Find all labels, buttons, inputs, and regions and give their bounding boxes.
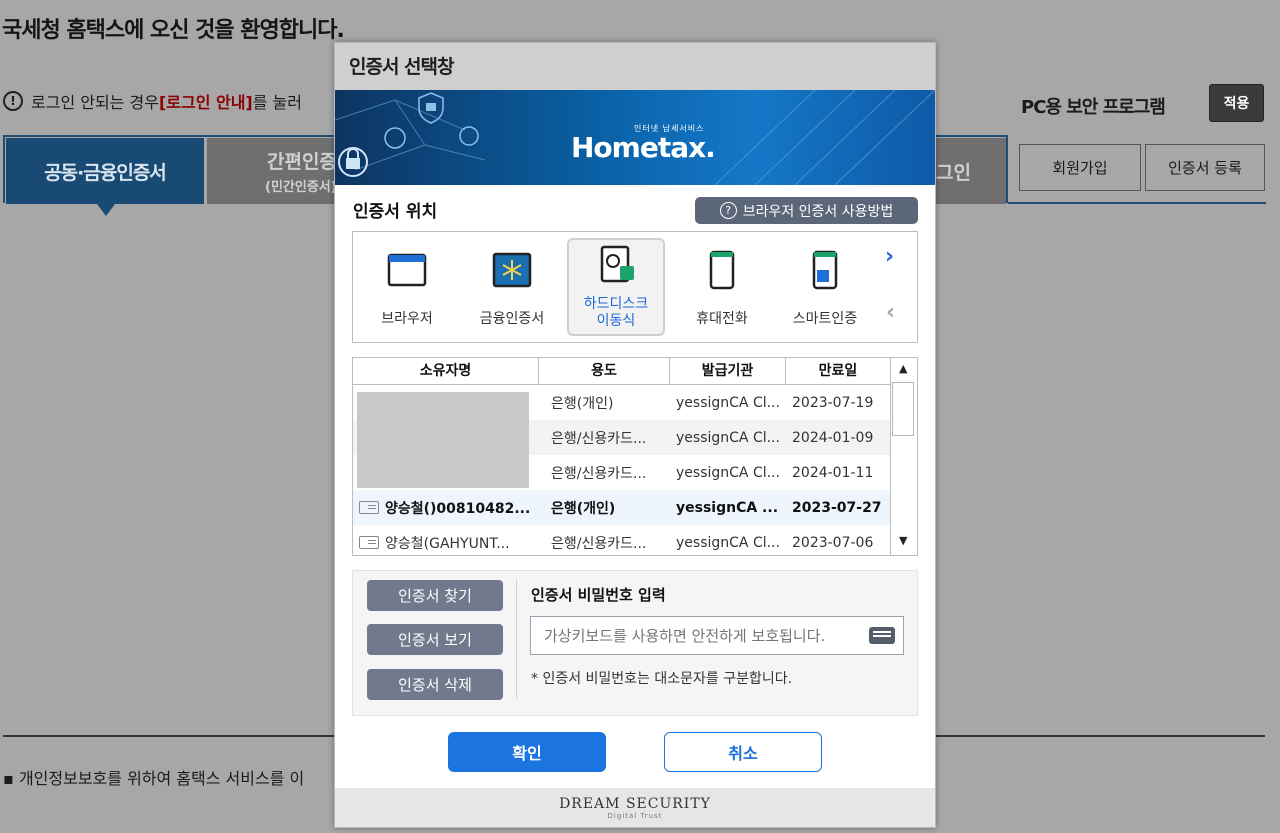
- privacy-notice: ▪ 개인정보보호를 위하여 홈택스 서비스를 이: [3, 769, 305, 788]
- scroll-down-icon[interactable]: ▼: [899, 534, 907, 547]
- panel-divider: [516, 579, 517, 699]
- view-cert-button[interactable]: 인증서 보기: [367, 624, 503, 655]
- owner-name: 양승철(GAHYUNT...: [385, 535, 510, 552]
- welcome-title: 국세청 홈택스에 오신 것을 환영합니다.: [2, 18, 345, 43]
- col-issuer[interactable]: 발급기관: [670, 358, 786, 384]
- expiry-cell: 2024-01-11: [792, 464, 874, 481]
- expiry-cell: 2024-01-09: [792, 429, 874, 446]
- tab-simple-auth[interactable]: 간편인증 (민간인증서): [207, 138, 347, 204]
- cert-location-selector: 브라우저 금융인증서 하드디스크 이동식 휴대전화 스마트인증 › ‹: [352, 231, 918, 343]
- guide-button-label: 브라우저 인증서 사용방법: [742, 203, 894, 220]
- harddisk-label-line2: 이동식: [596, 313, 636, 329]
- location-financial-cert-label: 금융인증서: [479, 311, 545, 327]
- expiry-cell: 2023-07-06: [792, 534, 874, 551]
- hometax-banner: 인터넷 납세서비스 Hometax.: [335, 90, 935, 185]
- delete-cert-button[interactable]: 인증서 삭제: [367, 669, 503, 700]
- location-mobile-phone-label: 휴대전화: [696, 311, 748, 327]
- tab-login-other-label: 그인: [936, 161, 971, 184]
- scroll-thumb[interactable]: [892, 382, 914, 436]
- notice-prefix: 로그인 안되는 경우: [31, 93, 159, 112]
- login-notice: ! 로그인 안되는 경우 [로그인 안내] 를 눌러: [3, 89, 302, 113]
- usage-cell: 은행/신용카드...: [551, 465, 647, 482]
- usage-cell: 은행/신용카드...: [551, 535, 647, 552]
- dialog-footer: DREAM SECURITY Digital Trust: [335, 788, 935, 827]
- join-button[interactable]: 회원가입: [1019, 144, 1141, 191]
- owner-cell: 양승철()00810482...: [353, 498, 539, 518]
- table-row[interactable]: 양승철(GAHYUNT... 은행/신용카드... yessignCA Cl..…: [353, 525, 890, 555]
- privacy-text: 개인정보보호를 위하여 홈택스 서비스를 이: [18, 769, 305, 788]
- issuer-cell: yessignCA Cl...: [676, 464, 780, 481]
- virtual-keyboard-icon[interactable]: [869, 627, 895, 644]
- hometax-logo: Hometax.: [571, 131, 716, 164]
- location-financial-cert[interactable]: 금융인증서: [463, 238, 561, 336]
- exclamation-icon: !: [3, 91, 23, 111]
- dialog-title: 인증서 선택창: [335, 43, 935, 90]
- cert-icon: [359, 501, 379, 514]
- issuer-cell: yessignCA Cl...: [676, 534, 780, 551]
- owner-cell: 양승철(GAHYUNT...: [353, 533, 539, 553]
- password-panel: 인증서 찾기 인증서 보기 인증서 삭제 인증서 비밀번호 입력 * 인증서 비…: [352, 570, 918, 716]
- cancel-button[interactable]: 취소: [664, 732, 822, 772]
- cert-table-header: 소유자명 용도 발급기관 만료일: [353, 358, 890, 385]
- table-scrollbar[interactable]: ▲ ▼: [890, 358, 917, 555]
- usage-cell: 은행(개인): [551, 395, 614, 412]
- col-expiry[interactable]: 만료일: [786, 358, 890, 384]
- login-guide-link[interactable]: [로그인 안내]: [159, 89, 253, 113]
- usage-cell: 은행/신용카드...: [551, 430, 647, 447]
- password-label: 인증서 비밀번호 입력: [531, 586, 666, 604]
- tab-simple-auth-sub: (민간인증서): [265, 180, 337, 195]
- issuer-cell: yessignCA Cl...: [676, 429, 780, 446]
- mobile-phone-icon: [709, 250, 735, 290]
- cert-register-button[interactable]: 인증서 등록: [1145, 144, 1265, 191]
- harddisk-icon: [600, 245, 634, 283]
- location-harddisk-label: 하드디스크 이동식: [569, 296, 663, 330]
- smart-cert-icon: [812, 250, 838, 290]
- cert-table: 소유자명 용도 발급기관 만료일 은행(개인) yessignCA Cl... …: [352, 357, 918, 556]
- confirm-button[interactable]: 확인: [448, 732, 606, 772]
- location-smart-cert[interactable]: 스마트인증: [776, 238, 874, 336]
- location-browser-label: 브라우저: [381, 311, 433, 327]
- issuer-cell: yessignCA ...: [676, 499, 779, 516]
- redacted-owner-area: [357, 392, 529, 488]
- expiry-cell: 2023-07-27: [792, 499, 882, 516]
- notice-suffix: 를 눌러: [252, 93, 302, 112]
- tab-underline: [1008, 202, 1266, 204]
- location-harddisk[interactable]: 하드디스크 이동식: [567, 238, 665, 336]
- table-row-selected[interactable]: 양승철()00810482... 은행(개인) yessignCA ... 20…: [353, 490, 890, 525]
- apply-button[interactable]: 적용: [1209, 84, 1264, 122]
- chevron-right-icon[interactable]: ›: [885, 244, 894, 269]
- location-mobile-phone[interactable]: 휴대전화: [673, 238, 771, 336]
- browser-icon: [387, 253, 427, 287]
- usage-cell: 은행(개인): [551, 500, 616, 517]
- cert-icon: [359, 536, 379, 549]
- tab-joint-financial-cert[interactable]: 공동·금융인증서: [6, 138, 204, 204]
- cert-select-dialog: 인증서 선택창 인터넷 납세서비스 Hometax. 인증서 위치 ? 브라우저…: [334, 42, 936, 828]
- cert-location-label: 인증서 위치: [353, 202, 438, 222]
- chevron-left-icon[interactable]: ‹: [886, 300, 895, 325]
- location-browser[interactable]: 브라우저: [358, 238, 456, 336]
- password-input[interactable]: [530, 616, 904, 655]
- financial-cert-icon: [492, 252, 532, 288]
- active-tab-arrow: [97, 204, 115, 216]
- col-usage[interactable]: 용도: [539, 358, 670, 384]
- col-owner[interactable]: 소유자명: [353, 358, 539, 384]
- question-icon: ?: [719, 202, 737, 219]
- tab-simple-auth-label: 간편인증: [267, 151, 337, 173]
- issuer-cell: yessignCA Cl...: [676, 394, 780, 411]
- scroll-up-icon[interactable]: ▲: [899, 362, 907, 375]
- password-note: * 인증서 비밀번호는 대소문자를 구분합니다.: [531, 671, 793, 687]
- tab-login-other[interactable]: 그인: [936, 138, 1006, 204]
- expiry-cell: 2023-07-19: [792, 394, 874, 411]
- pc-security-label: PC용 보안 프로그램: [1021, 97, 1166, 118]
- harddisk-label-line1: 하드디스크: [583, 296, 649, 312]
- location-smart-cert-label: 스마트인증: [792, 311, 858, 327]
- browser-cert-guide-button[interactable]: ? 브라우저 인증서 사용방법: [695, 197, 918, 224]
- find-cert-button[interactable]: 인증서 찾기: [367, 580, 503, 611]
- dream-security-tagline: Digital Trust: [607, 812, 663, 820]
- owner-name: 양승철()00810482...: [385, 500, 531, 517]
- dream-security-logo: DREAM SECURITY: [559, 796, 711, 812]
